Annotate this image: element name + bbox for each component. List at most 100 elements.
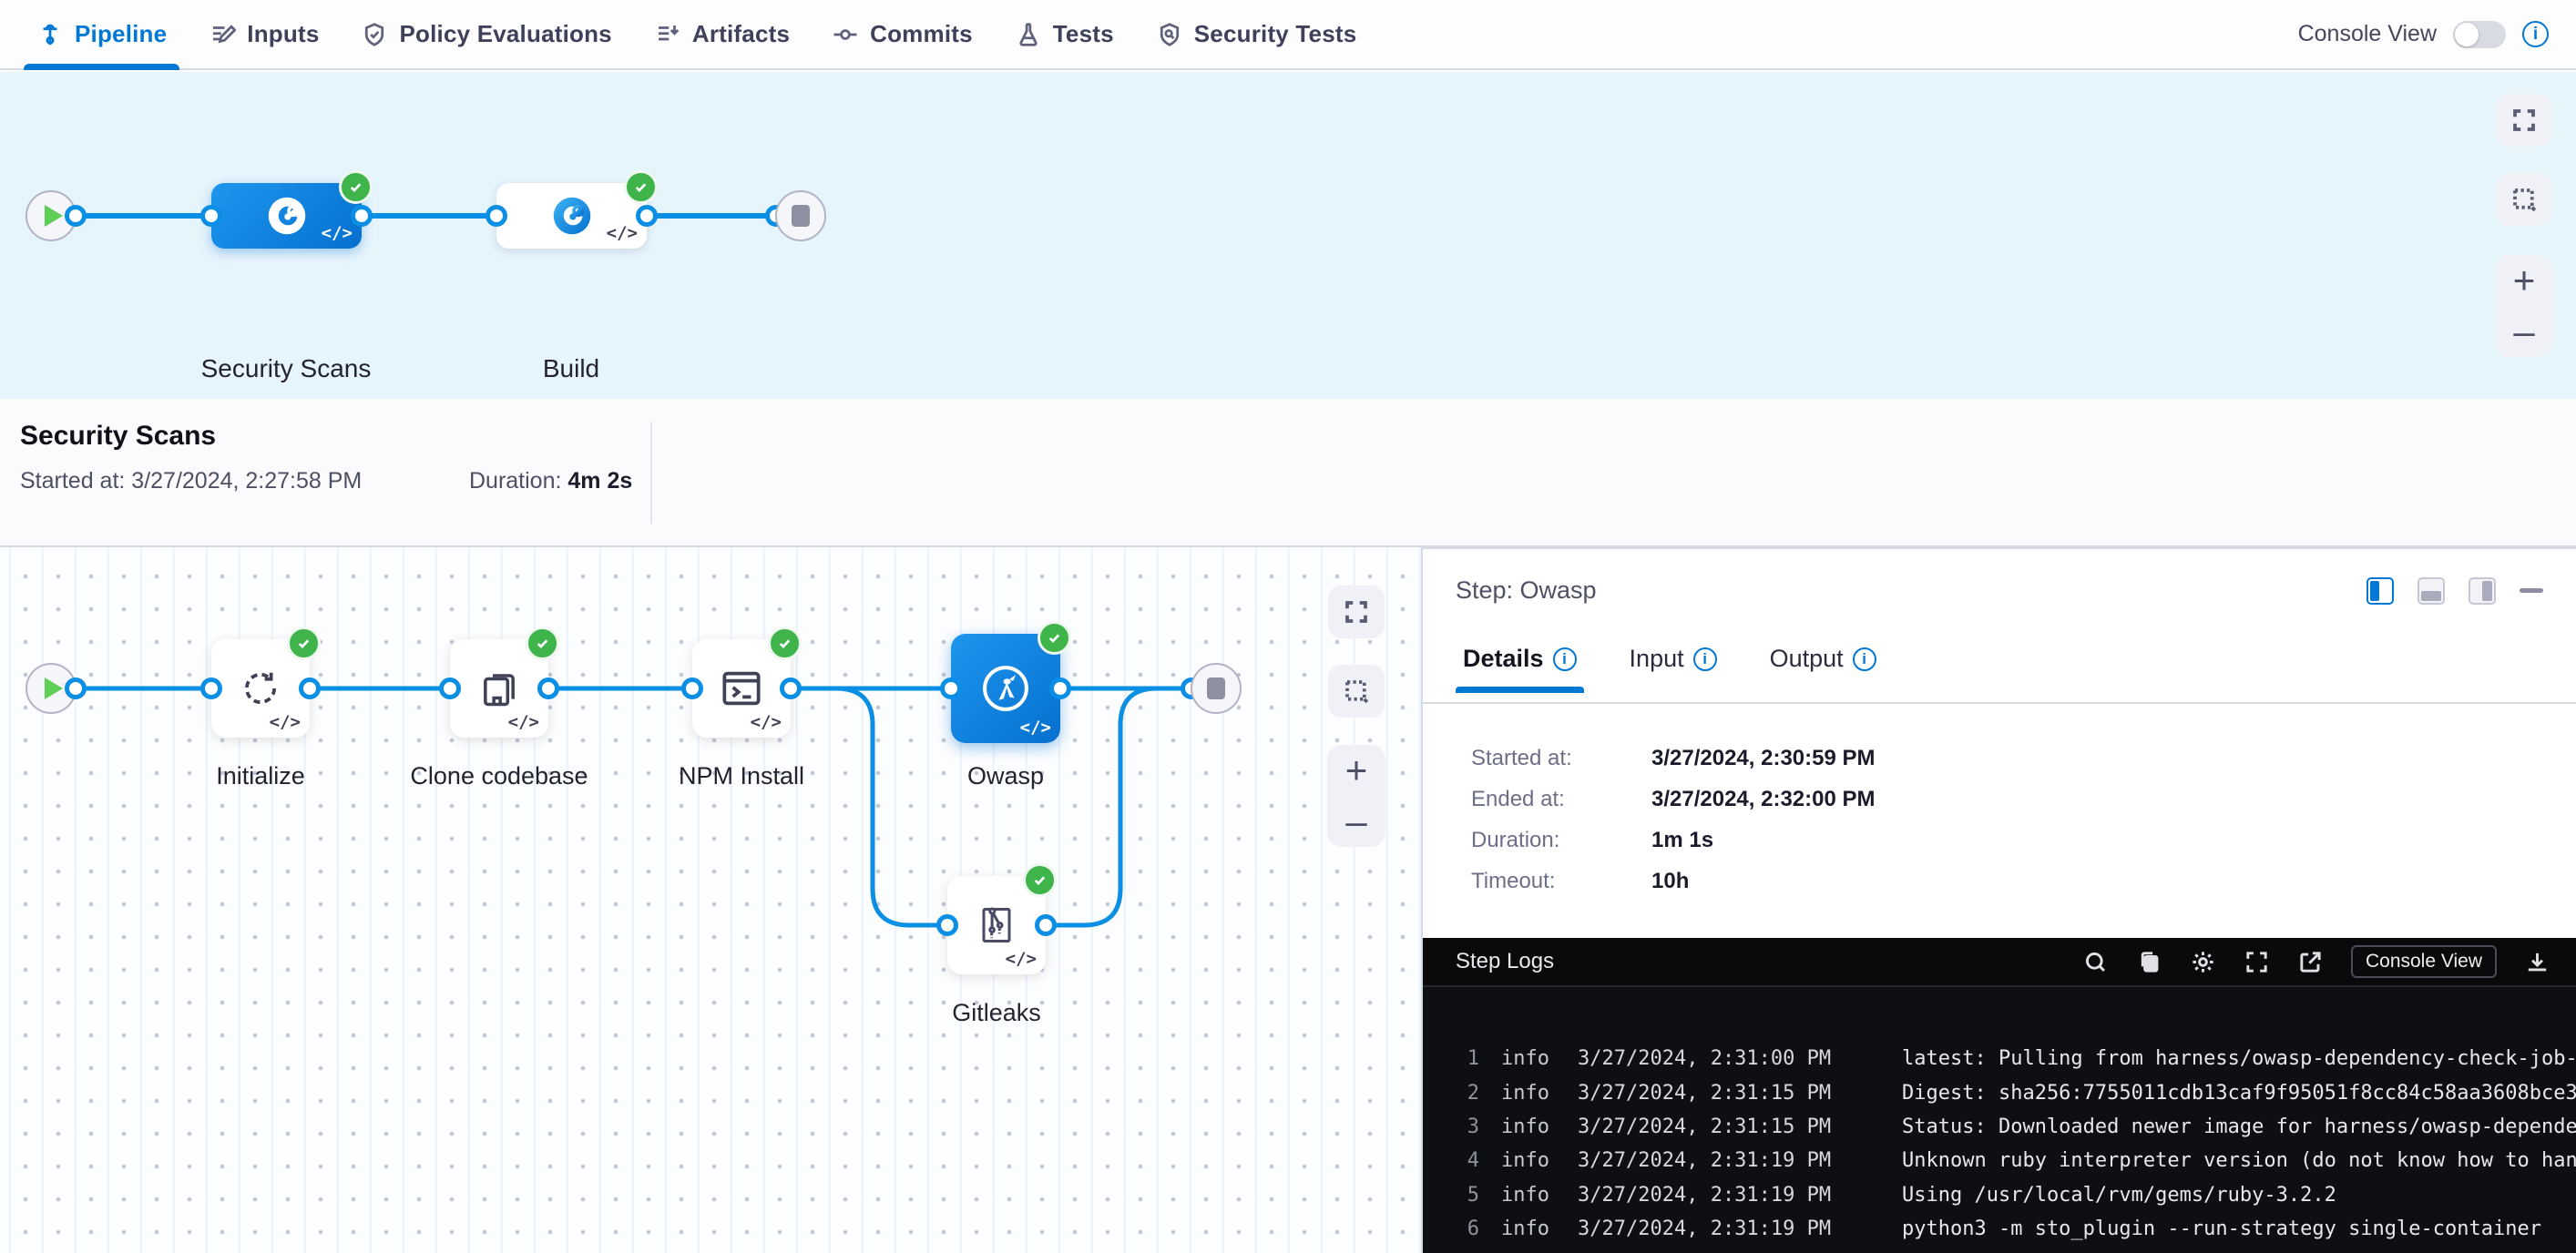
console-view-info-icon[interactable]: i: [2522, 21, 2549, 47]
tab-input[interactable]: Input i: [1630, 645, 1717, 693]
port: [65, 205, 87, 227]
port: [65, 677, 87, 699]
shield-check-icon: [361, 21, 388, 48]
output-info-icon[interactable]: i: [1853, 647, 1876, 671]
console-view-button[interactable]: Console View: [2351, 945, 2497, 978]
download-icon[interactable]: [2524, 949, 2550, 975]
success-badge: [768, 626, 802, 660]
log-line-number: 3: [1423, 1115, 1479, 1138]
zoom-in-button[interactable]: +: [2495, 255, 2553, 306]
port: [537, 677, 559, 699]
step-label-gitleaks[interactable]: Gitleaks: [952, 999, 1041, 1027]
step-card-initialize[interactable]: </>: [211, 639, 310, 738]
stage-info-title: Security Scans: [20, 421, 216, 452]
step-card-gitleaks[interactable]: </>: [947, 876, 1046, 974]
stage-label-security-scans[interactable]: Security Scans: [201, 354, 372, 383]
layout-bottom-pane-icon[interactable]: [2418, 577, 2445, 605]
detail-value: 10h: [1651, 869, 1689, 894]
stage-end-node[interactable]: [775, 190, 826, 241]
stage-graph-canvas[interactable]: </> Security Scans </> Build: [0, 72, 2576, 399]
log-line-number: 6: [1423, 1217, 1479, 1240]
canvas-fullscreen-button[interactable]: [2496, 94, 2552, 147]
code-glyph: </>: [1020, 718, 1051, 738]
open-external-icon[interactable]: [2297, 949, 2324, 975]
step-end-node[interactable]: [1191, 663, 1242, 714]
port: [486, 205, 507, 227]
step-card-owasp[interactable]: </>: [951, 634, 1060, 743]
step-graph-canvas[interactable]: </> Initialize </> Clone codebase: [0, 547, 1421, 1253]
step-label-owasp[interactable]: Owasp: [967, 762, 1044, 790]
stage-edges: [0, 72, 2576, 399]
tab-artifacts[interactable]: Artifacts: [654, 0, 790, 68]
commit-icon: [832, 21, 859, 48]
toggle-knob: [2455, 23, 2479, 46]
layout-side-pane-icon[interactable]: [2469, 577, 2496, 605]
step-card-clone-codebase[interactable]: </>: [450, 639, 548, 738]
tab-inputs-label: Inputs: [247, 20, 319, 48]
stage-duration: Duration: 4m 2s: [469, 468, 632, 494]
nav-right-controls: Console View i: [2298, 21, 2549, 48]
tab-tests[interactable]: Tests: [1015, 0, 1114, 68]
log-line: 3 info 3/27/2024, 2:31:15 PM Status: Dow…: [1423, 1110, 2576, 1144]
settings-gear-icon[interactable]: [2190, 949, 2216, 975]
tab-pipeline-label: Pipeline: [75, 20, 167, 48]
port: [200, 205, 222, 227]
stage-started-at: Started at: 3/27/2024, 2:27:58 PM: [20, 468, 362, 494]
stage-label-build[interactable]: Build: [543, 354, 599, 383]
step-card-npm-install[interactable]: </>: [692, 639, 791, 738]
port: [1049, 677, 1071, 699]
tab-details[interactable]: Details i: [1463, 645, 1577, 693]
flask-icon: [1015, 21, 1042, 48]
canvas-select-button[interactable]: [2496, 173, 2552, 226]
log-line: 1 info 3/27/2024, 2:31:00 PM latest: Pul…: [1423, 1042, 2576, 1075]
log-line-number: 1: [1423, 1047, 1479, 1070]
console-view-toggle[interactable]: [2453, 21, 2506, 48]
canvas-select-button[interactable]: [1328, 665, 1385, 718]
step-logs-title: Step Logs: [1456, 949, 1554, 974]
details-info-icon[interactable]: i: [1553, 647, 1577, 671]
tab-pipeline[interactable]: Pipeline: [36, 0, 167, 68]
zoom-in-button[interactable]: +: [1327, 745, 1385, 796]
tab-security-tests[interactable]: Security Tests: [1156, 0, 1357, 68]
pipeline-execution-screen: Pipeline Inputs Policy Evaluations Artif…: [0, 0, 2576, 1253]
step-logs-body[interactable]: 1 info 3/27/2024, 2:31:00 PM latest: Pul…: [1423, 989, 2576, 1253]
port: [351, 205, 373, 227]
tab-output[interactable]: Output i: [1770, 645, 1876, 693]
search-icon[interactable]: [2082, 949, 2109, 975]
inputs-icon: [209, 21, 236, 48]
log-level: info: [1501, 1217, 1552, 1240]
detail-label: Started at:: [1471, 746, 1651, 771]
top-nav: Pipeline Inputs Policy Evaluations Artif…: [0, 0, 2576, 70]
minimize-panel-button[interactable]: [2520, 588, 2543, 593]
layout-right-pane-icon[interactable]: [2366, 577, 2394, 605]
step-panel-title: Step: Owasp: [1456, 576, 1597, 605]
canvas-zoom-controls: + –: [1327, 745, 1385, 847]
stage-card-security-scans[interactable]: </>: [211, 183, 362, 249]
clone-codebase-icon: [474, 663, 525, 714]
pipeline-icon: [36, 21, 64, 48]
step-label-npm-install[interactable]: NPM Install: [679, 762, 804, 790]
tab-commits[interactable]: Commits: [832, 0, 973, 68]
zoom-out-button[interactable]: –: [2495, 306, 2553, 357]
input-info-icon[interactable]: i: [1693, 647, 1717, 671]
log-level: info: [1501, 1082, 1552, 1105]
detail-row-timeout: Timeout: 10h: [1471, 869, 1689, 894]
copy-icon[interactable]: [2136, 949, 2162, 975]
tab-details-label: Details: [1463, 645, 1544, 673]
zoom-out-button[interactable]: –: [1327, 796, 1385, 847]
ci-stage-icon: [262, 191, 312, 240]
stage-duration-value: 4m 2s: [567, 468, 632, 494]
tab-inputs[interactable]: Inputs: [209, 0, 319, 68]
success-badge: [1023, 863, 1057, 897]
step-label-clone-codebase[interactable]: Clone codebase: [410, 762, 588, 790]
play-icon: [45, 677, 63, 699]
step-label-initialize[interactable]: Initialize: [216, 762, 305, 790]
terminal-icon: [716, 663, 767, 714]
expand-icon[interactable]: [2244, 949, 2270, 975]
log-level: info: [1501, 1047, 1552, 1070]
tab-policy-evaluations[interactable]: Policy Evaluations: [361, 0, 611, 68]
stage-card-build[interactable]: </>: [496, 183, 647, 249]
log-timestamp: 3/27/2024, 2:31:19 PM: [1578, 1217, 1837, 1240]
log-message: Status: Downloaded newer image for harne…: [1902, 1115, 2576, 1138]
canvas-fullscreen-button[interactable]: [1328, 586, 1385, 638]
